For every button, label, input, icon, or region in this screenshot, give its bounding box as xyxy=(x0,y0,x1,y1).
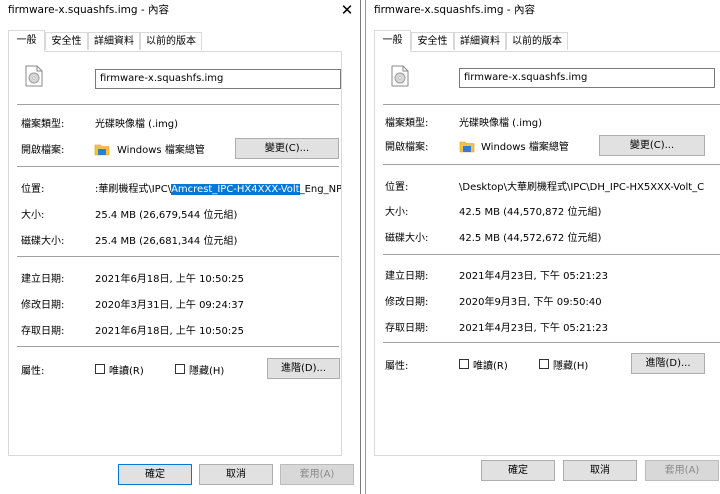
tab-security[interactable]: 安全性 xyxy=(45,32,88,50)
attributes-label: 屬性: xyxy=(385,361,409,372)
created-label: 建立日期: xyxy=(385,271,429,282)
location-selected-text: Amcrest_IPC-HX4XXX-Volt xyxy=(171,184,300,195)
close-icon[interactable]: ✕ xyxy=(336,0,358,20)
file-type-value: 光碟映像檔 (.img) xyxy=(459,118,543,129)
general-panel: firmware-x.squashfs.img 檔案類型: 光碟映像檔 (.im… xyxy=(8,51,342,456)
tab-security[interactable]: 安全性 xyxy=(411,32,454,50)
readonly-checkbox[interactable] xyxy=(459,359,469,369)
disk-size-label: 磁碟大小: xyxy=(385,233,429,244)
divider xyxy=(17,346,339,347)
cancel-button[interactable]: 取消 xyxy=(563,460,637,481)
file-type-label: 檔案類型: xyxy=(385,118,429,129)
divider xyxy=(17,104,339,105)
properties-window-right: firmware-x.squashfs.img - 內容 一般 安全性 詳細資料… xyxy=(365,0,720,494)
accessed-label: 存取日期: xyxy=(21,326,65,337)
divider xyxy=(17,166,339,167)
filename-field[interactable]: firmware-x.squashfs.img xyxy=(459,68,715,88)
location-label: 位置: xyxy=(385,182,409,193)
ok-button[interactable]: 確定 xyxy=(118,464,192,485)
modified-label: 修改日期: xyxy=(21,300,65,311)
hidden-checkbox[interactable] xyxy=(175,364,185,374)
disk-size-value: 42.5 MB (44,572,672 位元組) xyxy=(459,233,602,244)
apply-button[interactable]: 套用(A) xyxy=(280,464,354,485)
modified-value: 2020年9月3日, 下午 09:50:40 xyxy=(459,297,602,308)
file-explorer-icon xyxy=(94,144,110,156)
disk-size-value: 25.4 MB (26,681,344 位元組) xyxy=(95,236,238,247)
tab-details[interactable]: 詳細資料 xyxy=(454,32,506,50)
divider xyxy=(383,342,720,343)
location-prefix: :華刷機程式\IPC\ xyxy=(95,184,172,195)
created-label: 建立日期: xyxy=(21,274,65,285)
window-title: firmware-x.squashfs.img - 內容 xyxy=(374,4,536,16)
divider xyxy=(383,164,720,165)
accessed-value: 2021年6月18日, 上午 10:50:25 xyxy=(95,326,244,337)
file-type-value: 光碟映像檔 (.img) xyxy=(95,119,179,130)
location-value[interactable]: \Desktop\大華刷機程式\IPC\DH_IPC-HX5XXX-Volt_C xyxy=(459,178,720,193)
change-button[interactable]: 變更(C)... xyxy=(599,135,705,156)
general-panel: firmware-x.squashfs.img 檔案類型: 光碟映像檔 (.im… xyxy=(374,51,720,456)
size-value: 25.4 MB (26,679,544 位元組) xyxy=(95,210,238,221)
readonly-checkbox[interactable] xyxy=(95,364,105,374)
advanced-button[interactable]: 進階(D)... xyxy=(267,358,340,379)
ok-button[interactable]: 確定 xyxy=(481,460,555,481)
readonly-label[interactable]: 唯讀(R) xyxy=(109,362,144,377)
location-value[interactable]: :華刷機程式\IPC\Amcrest_IPC-HX4XXX-Volt_Eng_N… xyxy=(95,180,341,195)
filename-field[interactable]: firmware-x.squashfs.img xyxy=(95,69,341,89)
title-bar: firmware-x.squashfs.img - 內容 xyxy=(366,0,720,22)
disc-image-file-icon xyxy=(391,65,409,87)
divider xyxy=(383,254,720,255)
location-suffix: _Eng_NP xyxy=(299,184,341,195)
hidden-label[interactable]: 隱藏(H) xyxy=(189,362,224,377)
title-bar: firmware-x.squashfs.img - 內容 ✕ xyxy=(0,0,360,22)
cancel-button[interactable]: 取消 xyxy=(199,464,273,485)
apply-button[interactable]: 套用(A) xyxy=(645,460,719,481)
tab-previous-versions[interactable]: 以前的版本 xyxy=(140,32,202,50)
change-button[interactable]: 變更(C)... xyxy=(235,138,339,159)
file-explorer-icon xyxy=(459,141,475,153)
size-value: 42.5 MB (44,570,872 位元組) xyxy=(459,207,602,218)
modified-label: 修改日期: xyxy=(385,297,429,308)
tab-details[interactable]: 詳細資料 xyxy=(88,32,140,50)
disk-size-label: 磁碟大小: xyxy=(21,236,65,247)
accessed-label: 存取日期: xyxy=(385,323,429,334)
properties-window-left: firmware-x.squashfs.img - 內容 ✕ 一般 安全性 詳細… xyxy=(0,0,361,494)
size-label: 大小: xyxy=(21,210,45,221)
tab-previous-versions[interactable]: 以前的版本 xyxy=(506,32,568,50)
created-value: 2021年4月23日, 下午 05:21:23 xyxy=(459,271,608,282)
divider xyxy=(17,256,339,257)
opens-with-label: 開啟檔案: xyxy=(385,142,429,153)
hidden-label[interactable]: 隱藏(H) xyxy=(553,357,588,372)
attributes-label: 屬性: xyxy=(21,366,45,377)
hidden-checkbox[interactable] xyxy=(539,359,549,369)
tab-general[interactable]: 一般 xyxy=(374,30,411,52)
disc-image-file-icon xyxy=(25,65,43,87)
readonly-label[interactable]: 唯讀(R) xyxy=(473,357,508,372)
window-title: firmware-x.squashfs.img - 內容 xyxy=(8,4,170,16)
location-label: 位置: xyxy=(21,184,45,195)
created-value: 2021年6月18日, 上午 10:50:25 xyxy=(95,274,244,285)
tab-general[interactable]: 一般 xyxy=(8,30,45,52)
opens-with-value: Windows 檔案總管 xyxy=(117,145,205,156)
accessed-value: 2021年4月23日, 下午 05:21:23 xyxy=(459,323,608,334)
opens-with-value: Windows 檔案總管 xyxy=(481,142,569,153)
advanced-button[interactable]: 進階(D)... xyxy=(631,353,705,374)
opens-with-label: 開啟檔案: xyxy=(21,145,65,156)
divider xyxy=(383,104,720,105)
file-type-label: 檔案類型: xyxy=(21,119,65,130)
modified-value: 2020年3月31日, 上午 09:24:37 xyxy=(95,300,244,311)
size-label: 大小: xyxy=(385,207,409,218)
